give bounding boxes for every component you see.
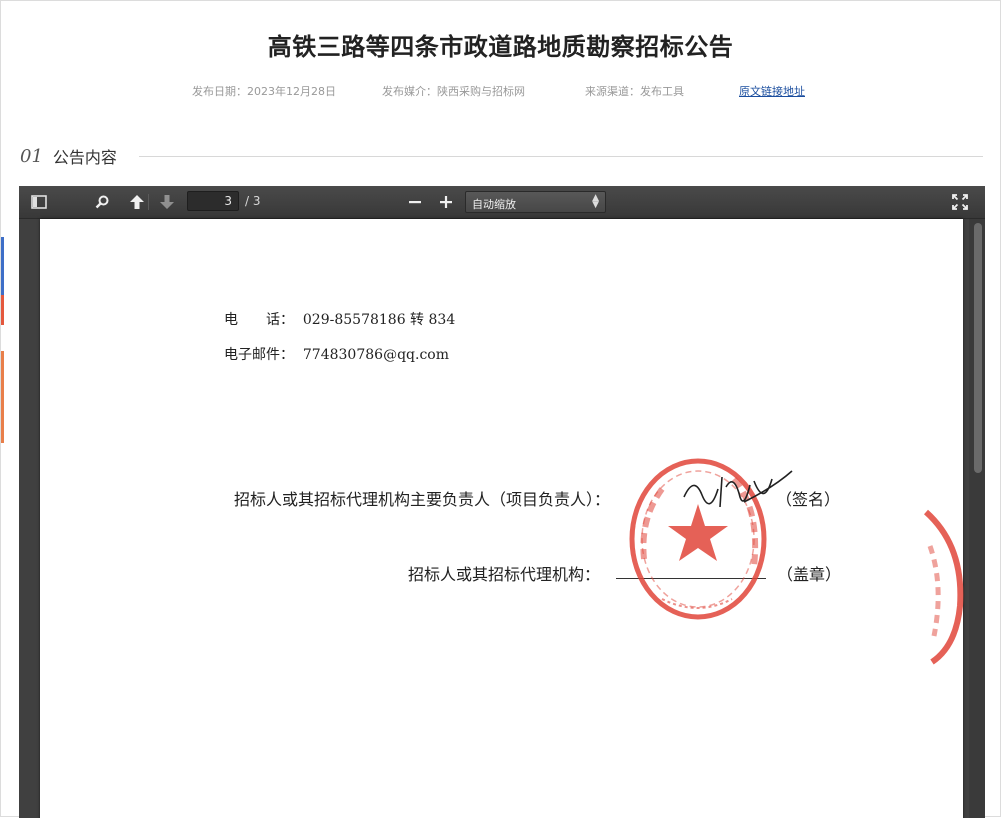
scrollbar-thumb[interactable]: [974, 223, 982, 473]
page-total: / 3: [245, 194, 261, 208]
handwritten-signature: [683, 470, 793, 508]
page-number-input[interactable]: [187, 191, 239, 211]
left-edge-accent: [1, 351, 4, 443]
signature-label: 招标人或其招标代理机构主要负责人（项目负责人）：: [234, 490, 611, 509]
scrollbar[interactable]: [969, 219, 985, 818]
next-page-icon[interactable]: [155, 191, 179, 213]
original-link[interactable]: 原文链接地址: [739, 83, 805, 99]
partial-seal: [924, 509, 964, 665]
zoom-value: 自动缩放: [472, 198, 516, 211]
zoom-out-icon[interactable]: [403, 191, 427, 213]
left-edge-accent: [1, 295, 4, 325]
section-number: 01: [20, 145, 43, 167]
section-title: 公告内容: [52, 148, 117, 167]
section-divider: [138, 155, 983, 157]
chevron-updown-icon: ▲ ▼: [592, 193, 599, 210]
publish-media: 发布媒介：陕西采购与招标网: [382, 85, 525, 98]
contact-email: 电子邮件： 774830786@qq.com: [224, 347, 449, 363]
zoom-in-icon[interactable]: [434, 191, 458, 213]
previous-page-icon[interactable]: [125, 191, 149, 213]
section-header: 01 公告内容: [20, 143, 983, 169]
meta-bar: 发布日期：2023年12月28日 发布媒介：陕西采购与招标网 来源渠道：发布工具…: [1, 83, 1000, 99]
pdf-toolbar: / 3 自动缩放 ▲▼: [19, 186, 985, 219]
pdf-viewer: / 3 自动缩放 ▲▼ 电 话： 029-85578186 转 834 电子邮件…: [19, 186, 985, 818]
stamp-suffix: （盖章）: [777, 565, 842, 584]
toolbar-separator: [148, 194, 149, 210]
page-title: 高铁三路等四条市政道路地质勘察招标公告: [267, 33, 734, 61]
left-edge-accent: [1, 237, 4, 295]
zoom-select[interactable]: 自动缩放 ▲ ▼: [465, 191, 606, 213]
search-icon[interactable]: [90, 191, 114, 213]
stamp-label: 招标人或其招标代理机构：: [408, 565, 601, 584]
fullscreen-icon[interactable]: [948, 191, 972, 213]
source-channel: 来源渠道：发布工具: [585, 85, 684, 98]
sidebar-toggle-icon[interactable]: [27, 191, 51, 213]
pdf-page: 电 话： 029-85578186 转 834 电子邮件： 774830786@…: [40, 219, 964, 818]
publish-date: 发布日期：2023年12月28日: [192, 85, 336, 98]
contact-phone: 电 话： 029-85578186 转 834: [224, 312, 456, 328]
